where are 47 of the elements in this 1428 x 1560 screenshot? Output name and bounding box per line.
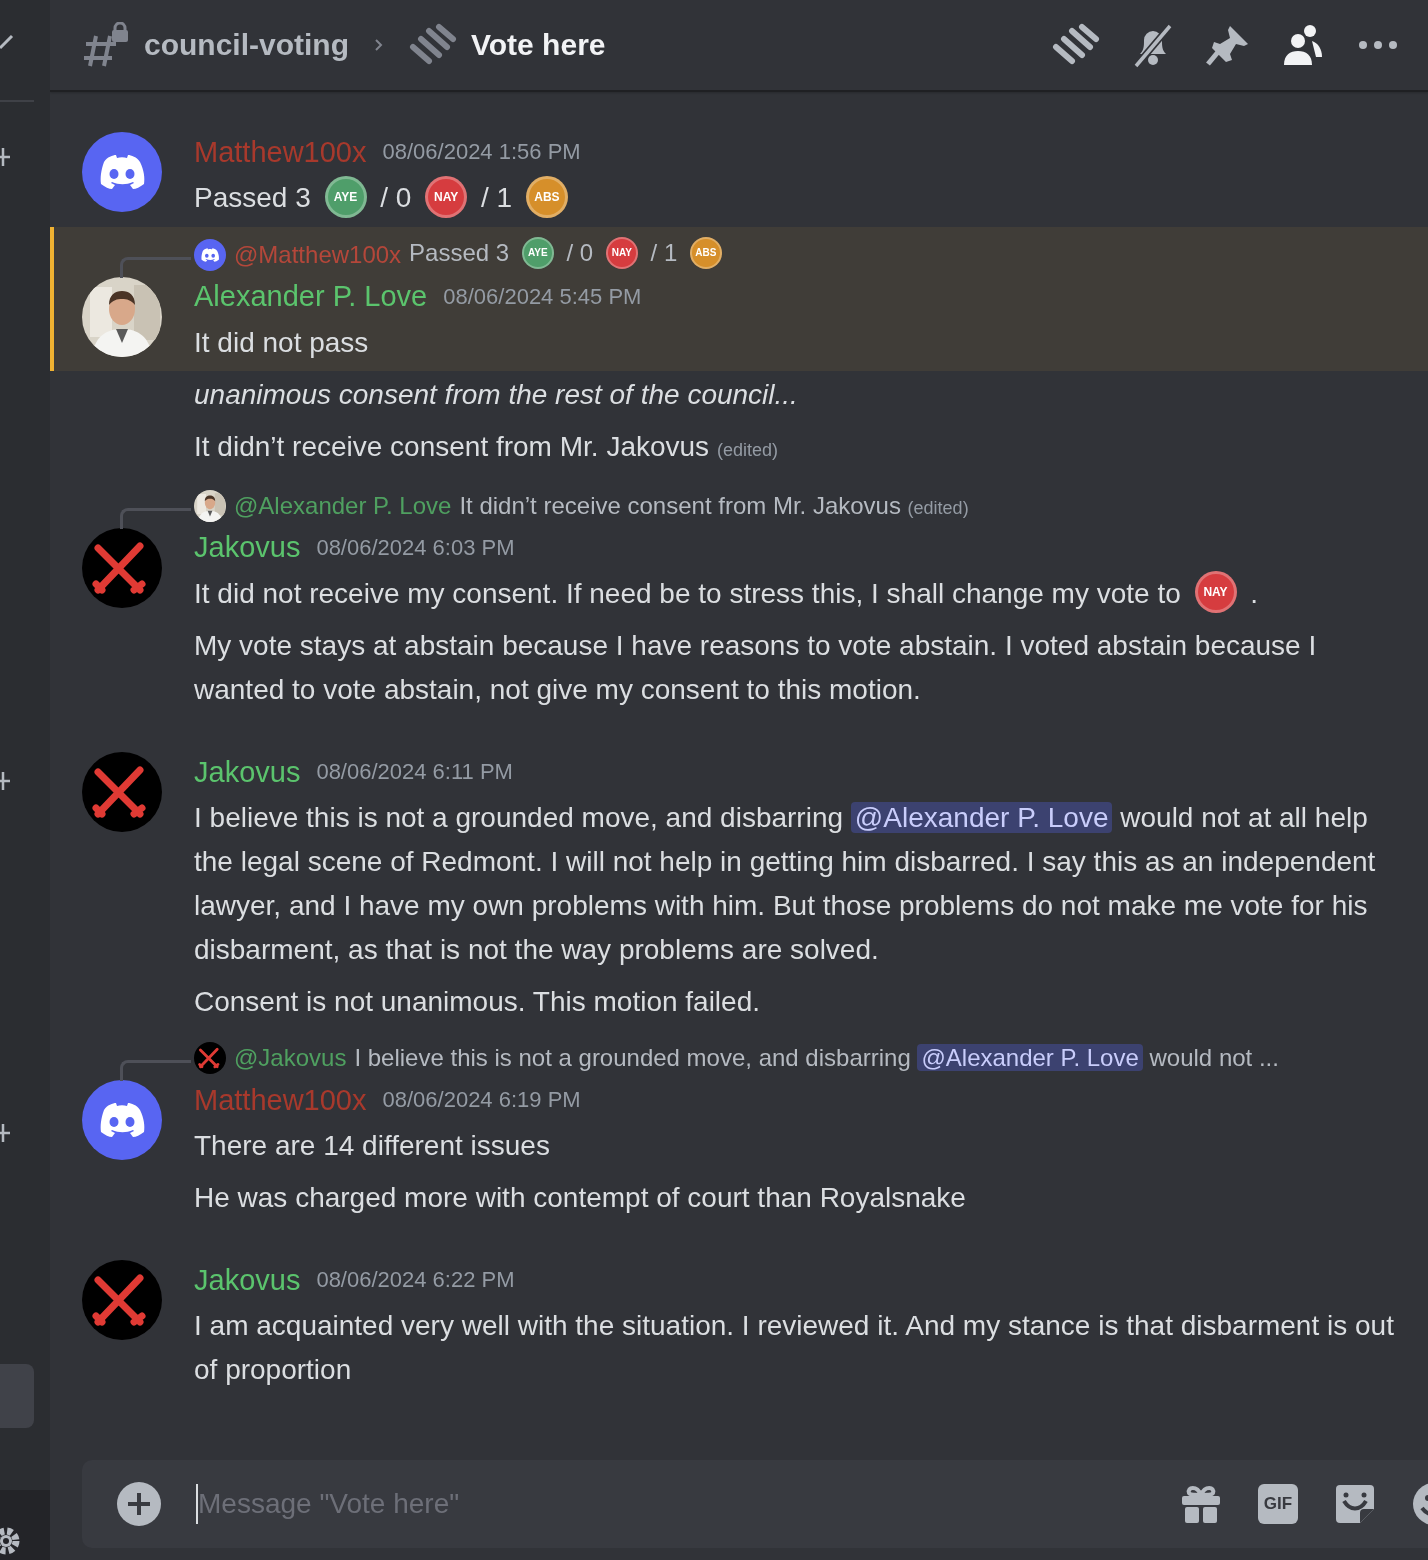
message-text: I am acquainted very well with the situation. I reviewed it. And my stance is that disbarment is out of proportion [194,1310,1394,1386]
message-text: / 1 [650,238,678,266]
gif-button[interactable]: GIF [1258,1484,1298,1524]
timestamp: 08/06/2024 6:19 PM [382,1087,581,1114]
message-text: It did not receive my consent. If need be to stress this, I shall change my vote to [194,577,1181,609]
message-text: unanimous consent from the rest of the council... [194,378,798,410]
message-text: Passed 3 [194,182,311,213]
message-text: It did not pass [194,326,369,358]
reply-author[interactable]: @Alexander P. Love [234,491,452,520]
message-text: I believe this is not a grounded move, and disbarring @Alexander P. Love would not at all help the legal scene of Redmont. I will not help in getting him disbarred. I say this as an independent lawyer, and I have my own problems with him. But those problems do not make me vote for his disbarment, as that is not the way problems are solved. [194,801,1377,968]
message-text: . [1250,577,1259,609]
message-text: I believe this is not a grounded move, and disbarring [354,1044,911,1072]
message-text: My vote stays at abstain because I have reasons to vote abstain. I voted abstain because I wanted to vote abstain, not give my consent to this motion. [194,630,1317,706]
message-text: Consent is not unanimous. This motion failed. [194,986,760,1018]
edited-label: (edited) [716,439,778,460]
channel-name[interactable]: council-voting [144,28,349,62]
vote-badge: AYE [521,236,554,269]
message-text: / 0 [380,182,412,213]
author-name[interactable]: Jakovus [194,1263,301,1297]
author-name[interactable]: Jakovus [194,531,301,565]
message-text: There are 14 different issues [194,1130,550,1162]
message-text: He was charged more with contempt of court than Royalsnake [194,1182,966,1214]
edited-label: (edited) [907,497,969,518]
author-name[interactable]: Alexander P. Love [194,280,428,314]
timestamp: 08/06/2024 6:22 PM [316,1267,515,1294]
timestamp: 08/06/2024 1:56 PM [382,139,581,165]
vote-badge: NAY [425,175,468,218]
message-text: would not ... [1149,1044,1279,1072]
timestamp: 08/06/2024 5:45 PM [443,283,642,310]
message-text: Passed 3 [409,238,510,266]
user-mention[interactable]: @Alexander P. Love [850,802,1113,834]
vote-badge: NAY [605,236,638,269]
message-text: / 0 [566,238,594,266]
timestamp: 08/06/2024 6:11 PM [316,759,513,786]
vote-badge: ABS [525,175,568,218]
vote-badge: ABS [689,236,722,269]
message-text: / 1 [481,182,513,213]
vote-badge: NAY [1194,571,1237,614]
message-text: It didn’t receive consent from Mr. Jakovus [459,491,901,519]
user-mention[interactable]: @Alexander P. Love [917,1044,1143,1072]
thread-title: Vote here [471,28,606,62]
author-name[interactable]: Jakovus [194,755,301,789]
timestamp: 08/06/2024 6:03 PM [316,534,515,561]
message-field[interactable]: Message "Vote here" GIF [82,1460,1428,1548]
vote-badge: AYE [324,175,367,218]
message-text: It didn’t receive consent from Mr. Jakovus [194,430,710,462]
reply-author[interactable]: @Jakovus [234,1044,347,1073]
